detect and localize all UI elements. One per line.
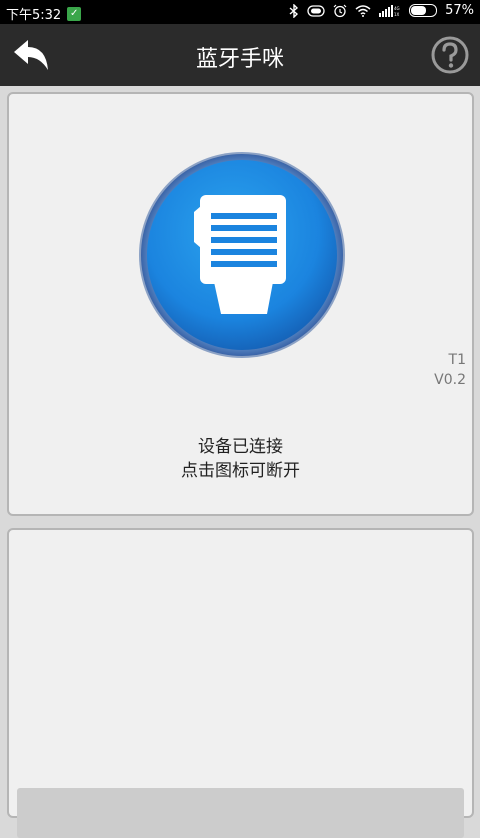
status-bar: 下午5:32 ✓ 4G 1X 57% (0, 0, 480, 24)
battery-percent: 57% (445, 3, 474, 18)
status-time: 下午5:32 (6, 8, 62, 23)
battery-fill (411, 6, 426, 15)
cell-signal-icon: 4G 1X (379, 4, 400, 17)
page-title: 蓝牙手咪 (195, 47, 284, 72)
device-list-panel (7, 528, 474, 838)
bluetooth-icon (289, 3, 299, 18)
status-left: 下午5:32 ✓ (6, 4, 82, 23)
connection-status: 设备已连接 点击图标可断开 (9, 435, 472, 483)
status-line-connected: 设备已连接 (198, 437, 283, 457)
app-bar: 蓝牙手咪 (0, 24, 480, 86)
status-line-hint: 点击图标可断开 (181, 461, 300, 481)
alarm-icon (333, 4, 347, 17)
device-version-info: T1 V0.2 (434, 350, 466, 390)
signal-pill-icon (307, 4, 325, 17)
notification-icon: ✓ (67, 6, 82, 21)
device-panel: T1 V0.2 设备已连接 点击图标可断开 (7, 92, 474, 516)
wifi-icon (355, 4, 371, 17)
help-circle-icon[interactable] (430, 35, 470, 75)
svg-text:1X: 1X (394, 12, 400, 17)
svg-text:4G: 4G (394, 6, 400, 11)
device-model: T1 (448, 352, 466, 368)
bluetooth-mic-device-icon[interactable] (137, 150, 347, 360)
bottom-action-button[interactable] (17, 788, 464, 838)
battery-icon (409, 4, 438, 17)
firmware-version: V0.2 (434, 372, 466, 388)
status-right: 4G 1X 57% (289, 3, 474, 18)
